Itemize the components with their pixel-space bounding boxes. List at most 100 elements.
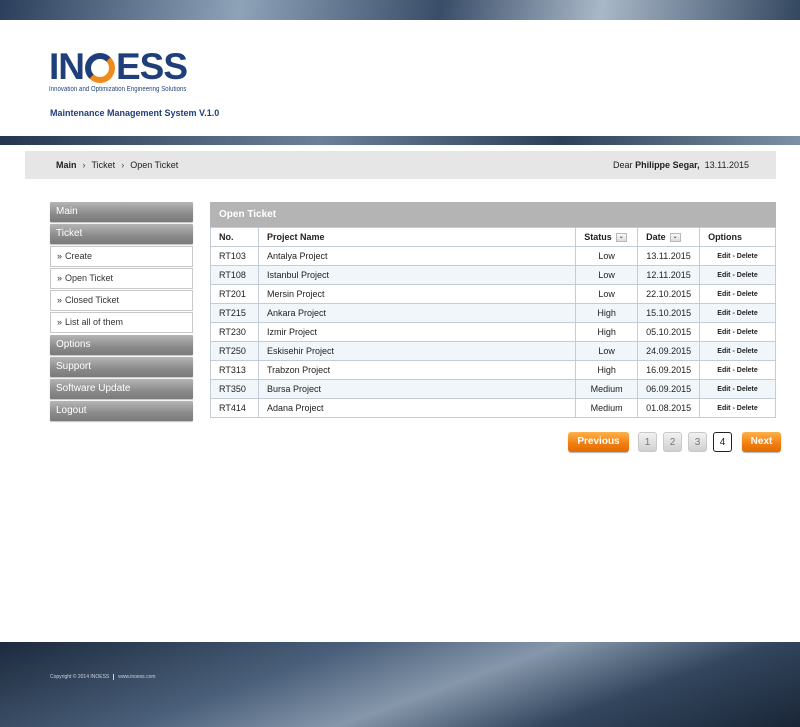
edit-link[interactable]: Edit [717, 291, 730, 298]
cell-project-name: Adana Project [257, 398, 577, 418]
page-1-button[interactable]: 1 [638, 432, 657, 452]
submenu-item-create[interactable]: » Create [50, 246, 193, 267]
sort-status-icon[interactable]: ⌄ [615, 233, 627, 243]
column-header-date-label: Date [646, 231, 666, 242]
sidebar-item-logout[interactable]: Logout [50, 401, 193, 421]
cell-project-name: Istanbul Project [257, 265, 577, 285]
cell-ticket-no: RT230 [210, 322, 259, 342]
delete-link[interactable]: Delete [737, 348, 758, 355]
cell-status: High [575, 322, 639, 342]
breadcrumb-main[interactable]: Main [56, 160, 77, 170]
next-button[interactable]: Next [742, 432, 781, 452]
sidebar-item-options[interactable]: Options [50, 335, 193, 355]
cell-date: 06.09.2015 [637, 379, 701, 399]
submenu-item-closed-ticket[interactable]: » Closed Ticket [50, 290, 193, 311]
edit-link[interactable]: Edit [717, 272, 730, 279]
cell-project-name: Izmir Project [257, 322, 577, 342]
cell-project-name: Ankara Project [257, 303, 577, 323]
submenu-label: Closed Ticket [65, 295, 120, 305]
cell-status: Low [575, 265, 639, 285]
main-content: Main › Ticket › Open Ticket Dear Philipp… [0, 145, 800, 600]
sidebar-item-main[interactable]: Main [50, 202, 193, 222]
submenu-item-list-all[interactable]: » List all of them [50, 312, 193, 333]
breadcrumb-bar: Main › Ticket › Open Ticket Dear Philipp… [25, 151, 776, 179]
delete-link[interactable]: Delete [737, 272, 758, 279]
system-title: Maintenance Management System V.1.0 [50, 108, 220, 118]
cell-project-name: Bursa Project [257, 379, 577, 399]
breadcrumb: Main › Ticket › Open Ticket [56, 160, 178, 170]
cell-date: 05.10.2015 [637, 322, 701, 342]
user-greeting: Dear Philippe Segar, 13.11.2015 [613, 160, 749, 170]
cell-options: Edit - Delete [699, 379, 776, 399]
table-row: RT350 Bursa Project Medium 06.09.2015 Edit -… [210, 379, 776, 399]
cell-date: 13.11.2015 [637, 246, 701, 266]
logo: IN ESS Innovation and Optimization Engin… [49, 48, 211, 94]
edit-link[interactable]: Edit [717, 386, 730, 393]
delete-link[interactable]: Delete [737, 253, 758, 260]
page-3-button[interactable]: 3 [688, 432, 707, 452]
table-row: RT201 Mersin Project Low 22.10.2015 Edit - D… [210, 284, 776, 304]
delete-link[interactable]: Delete [737, 386, 758, 393]
footer-separator [113, 674, 115, 680]
cell-date: 22.10.2015 [637, 284, 701, 304]
delete-link[interactable]: Delete [737, 367, 758, 374]
breadcrumb-ticket[interactable]: Ticket [92, 160, 116, 170]
submenu-label: Create [65, 251, 93, 261]
footer-website-link[interactable]: www.inoess.com [118, 674, 155, 680]
breadcrumb-open-ticket: Open Ticket [130, 160, 179, 170]
tickets-table: No. Project Name Status ⌄ Date ⌄ Options R… [210, 227, 776, 418]
column-header-project: Project Name [257, 227, 577, 247]
cell-options: Edit - Delete [699, 360, 776, 380]
cell-date: 16.09.2015 [637, 360, 701, 380]
option-separator: - [732, 290, 735, 298]
breadcrumb-separator: › [82, 160, 86, 170]
sort-date-icon[interactable]: ⌄ [669, 233, 681, 243]
edit-link[interactable]: Edit [717, 405, 730, 412]
edit-link[interactable]: Edit [717, 253, 730, 260]
option-separator: - [732, 309, 735, 317]
cell-status: Low [575, 284, 639, 304]
cell-ticket-no: RT108 [210, 265, 259, 285]
footer: Copyright © 2014 INOESS www.inoess.com [0, 642, 800, 727]
cell-date: 15.10.2015 [637, 303, 701, 323]
delete-link[interactable]: Delete [737, 310, 758, 317]
panel-title: Open Ticket [210, 202, 776, 227]
submenu-arrow-icon: » [57, 295, 63, 305]
previous-button[interactable]: Previous [568, 432, 629, 452]
edit-link[interactable]: Edit [717, 348, 730, 355]
delete-link[interactable]: Delete [737, 405, 758, 412]
edit-link[interactable]: Edit [717, 329, 730, 336]
page-2-button[interactable]: 2 [663, 432, 682, 452]
option-separator: - [732, 366, 735, 374]
greeting-text: Dear [613, 160, 633, 170]
header-divider-band [0, 136, 800, 145]
edit-link[interactable]: Edit [717, 367, 730, 374]
cell-status: Low [575, 246, 639, 266]
column-header-status: Status ⌄ [575, 227, 639, 247]
sidebar-menu: Main Ticket » Create » Open Ticket » Closed… [50, 202, 193, 423]
cell-options: Edit - Delete [699, 303, 776, 323]
cell-ticket-no: RT350 [210, 379, 259, 399]
column-header-options: Options [699, 227, 776, 247]
cell-date: 01.08.2015 [637, 398, 701, 418]
table-header-row: No. Project Name Status ⌄ Date ⌄ Options [210, 227, 776, 247]
sidebar-item-support[interactable]: Support [50, 357, 193, 377]
pagination: Previous 1 2 3 4 Next [568, 432, 781, 452]
sidebar-item-software-update[interactable]: Software Update [50, 379, 193, 399]
sidebar-item-ticket[interactable]: Ticket [50, 224, 193, 244]
cell-ticket-no: RT103 [210, 246, 259, 266]
submenu-item-open-ticket[interactable]: » Open Ticket [50, 268, 193, 289]
cell-status: Low [575, 341, 639, 361]
delete-link[interactable]: Delete [737, 329, 758, 336]
cell-options: Edit - Delete [699, 341, 776, 361]
option-separator: - [732, 385, 735, 393]
delete-link[interactable]: Delete [737, 291, 758, 298]
footer-text: Copyright © 2014 INOESS www.inoess.com [50, 674, 156, 680]
cell-ticket-no: RT201 [210, 284, 259, 304]
page-4-button[interactable]: 4 [713, 432, 732, 452]
table-row: RT215 Ankara Project High 15.10.2015 Edit - … [210, 303, 776, 323]
edit-link[interactable]: Edit [717, 310, 730, 317]
footer-copyright: Copyright © 2014 INOESS [50, 674, 110, 680]
submenu-arrow-icon: » [57, 251, 63, 261]
cell-ticket-no: RT215 [210, 303, 259, 323]
